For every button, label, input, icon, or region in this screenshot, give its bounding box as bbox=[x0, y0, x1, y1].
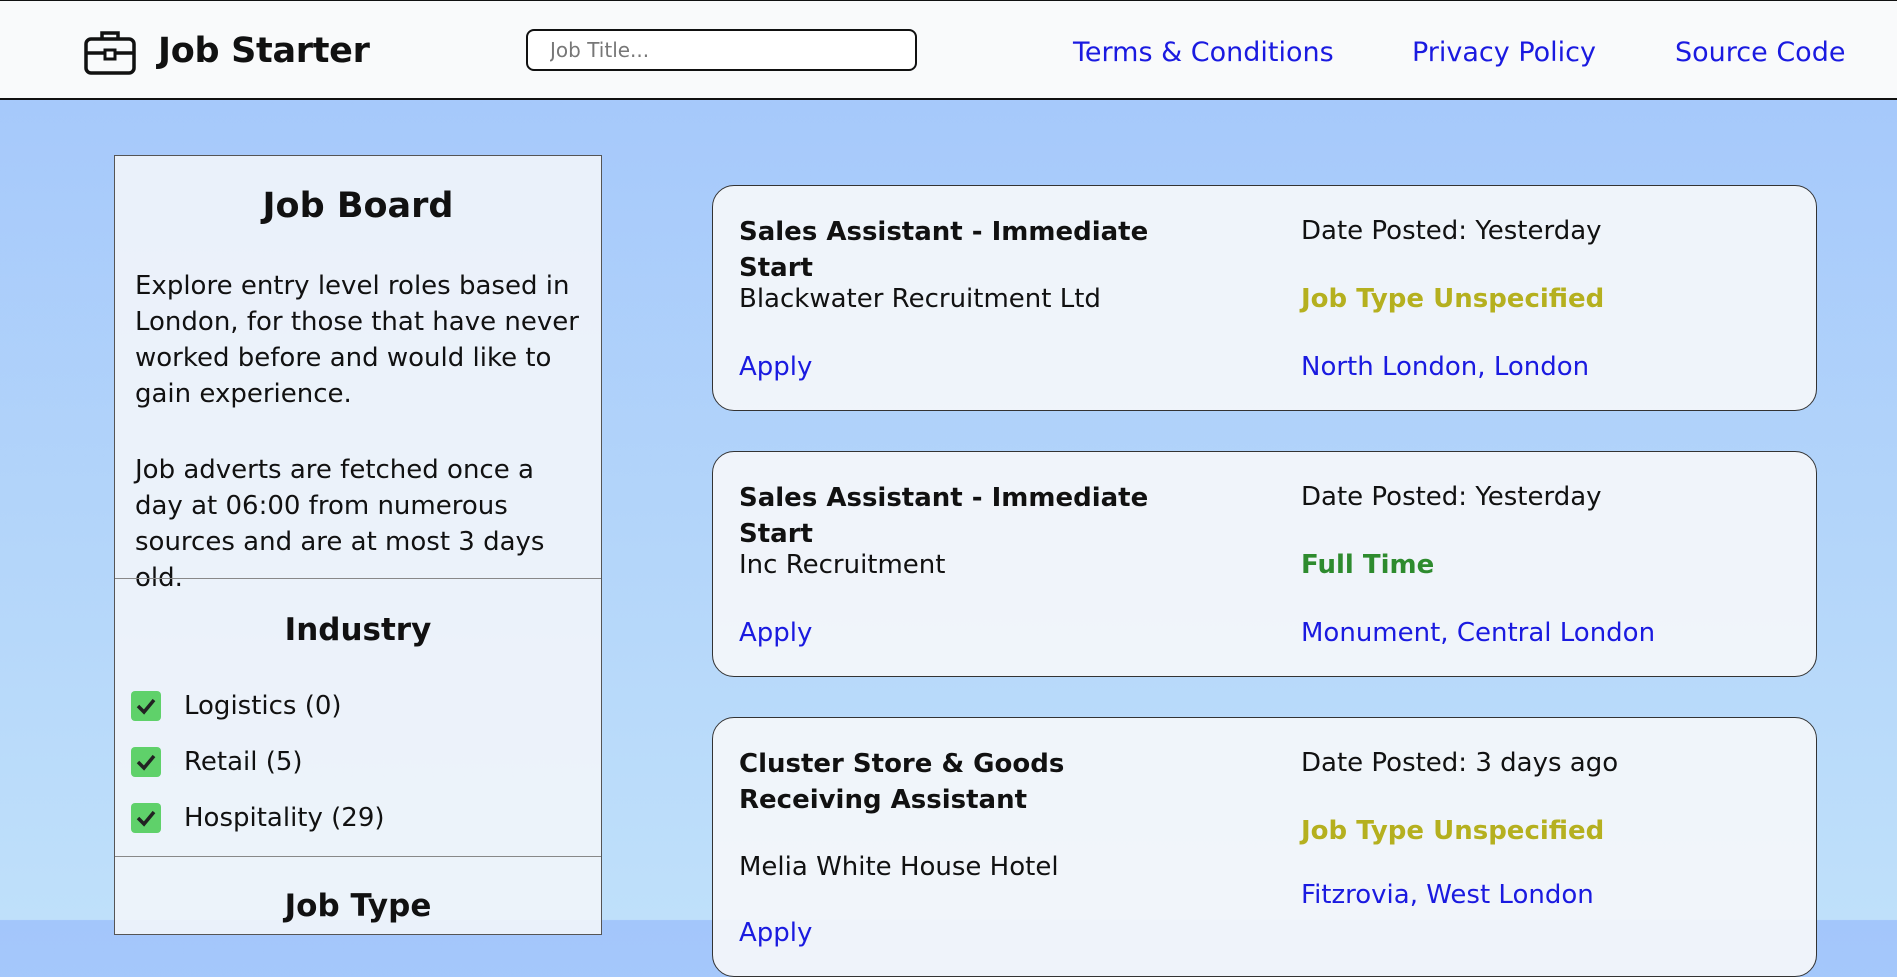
job-company: Melia White House Hotel bbox=[739, 852, 1059, 882]
job-date-posted: Date Posted: Yesterday bbox=[1301, 216, 1602, 246]
industry-checkbox-hospitality[interactable] bbox=[131, 803, 161, 833]
nav-link-source-code[interactable]: Source Code bbox=[1675, 37, 1845, 68]
sidebar-divider bbox=[115, 856, 601, 857]
job-card: Cluster Store & Goods Receiving Assistan… bbox=[712, 717, 1817, 977]
job-type-badge: Job Type Unspecified bbox=[1301, 816, 1605, 846]
check-icon bbox=[136, 754, 156, 771]
brand-name[interactable]: Job Starter bbox=[158, 31, 370, 71]
job-company: Inc Recruitment bbox=[739, 550, 946, 580]
job-card: Sales Assistant - Immediate Start Inc Re… bbox=[712, 451, 1817, 677]
check-icon bbox=[136, 698, 156, 715]
sidebar-fetch-note: Job adverts are fetched once a day at 06… bbox=[135, 455, 545, 593]
job-type-badge: Job Type Unspecified bbox=[1301, 284, 1605, 314]
job-title: Sales Assistant - Immediate Start bbox=[739, 483, 1149, 549]
job-type-heading: Job Type bbox=[284, 888, 432, 924]
filter-sidebar: Job Board Explore entry level roles base… bbox=[114, 155, 602, 935]
nav-link-privacy[interactable]: Privacy Policy bbox=[1412, 37, 1596, 68]
job-location-link[interactable]: Fitzrovia, West London bbox=[1301, 880, 1594, 910]
industry-label-retail[interactable]: Retail (5) bbox=[184, 747, 303, 777]
nav-link-terms[interactable]: Terms & Conditions bbox=[1073, 37, 1334, 68]
job-date-posted: Date Posted: Yesterday bbox=[1301, 482, 1602, 512]
job-company: Blackwater Recruitment Ltd bbox=[739, 284, 1101, 314]
job-date-posted: Date Posted: 3 days ago bbox=[1301, 748, 1619, 778]
industry-label-logistics[interactable]: Logistics (0) bbox=[184, 691, 342, 721]
industry-checkbox-logistics[interactable] bbox=[131, 691, 161, 721]
briefcase-icon[interactable] bbox=[84, 28, 136, 76]
apply-link[interactable]: Apply bbox=[739, 352, 812, 382]
sidebar-title: Job Board bbox=[262, 186, 454, 226]
job-title: Sales Assistant - Immediate Start bbox=[739, 217, 1149, 283]
industry-checkbox-retail[interactable] bbox=[131, 747, 161, 777]
job-card: Sales Assistant - Immediate Start Blackw… bbox=[712, 185, 1817, 411]
sidebar-divider bbox=[115, 578, 601, 579]
job-title: Cluster Store & Goods Receiving Assistan… bbox=[739, 749, 1065, 815]
industry-heading: Industry bbox=[284, 612, 432, 648]
apply-link[interactable]: Apply bbox=[739, 918, 812, 948]
top-header: Job Starter Terms & Conditions Privacy P… bbox=[0, 0, 1897, 100]
job-title-search-input[interactable] bbox=[526, 29, 917, 71]
apply-link[interactable]: Apply bbox=[739, 618, 812, 648]
job-location-link[interactable]: Monument, Central London bbox=[1301, 618, 1655, 648]
industry-label-hospitality[interactable]: Hospitality (29) bbox=[184, 803, 385, 833]
check-icon bbox=[136, 810, 156, 827]
sidebar-intro-text: Explore entry level roles based in Londo… bbox=[135, 271, 579, 409]
job-type-badge: Full Time bbox=[1301, 550, 1435, 580]
job-location-link[interactable]: North London, London bbox=[1301, 352, 1589, 382]
